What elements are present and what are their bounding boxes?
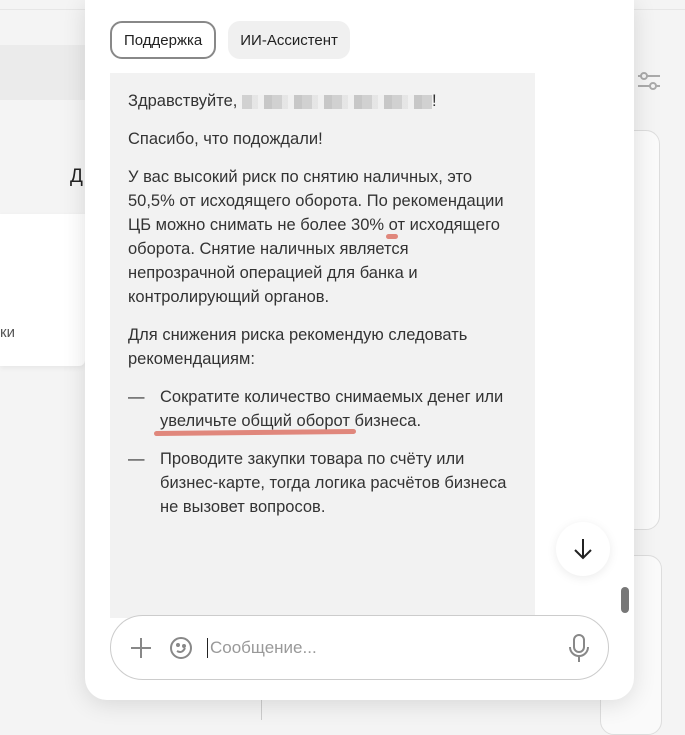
list-text: Проводите закупки товара по счёту или би… bbox=[160, 450, 507, 516]
message-bubble: Здравствуйте, ! Спасибо, что подождали! … bbox=[110, 73, 535, 618]
list-text: Сократите количество снимаемых денег или bbox=[160, 388, 504, 406]
arrow-down-icon bbox=[574, 539, 592, 560]
tab-support[interactable]: Поддержка bbox=[110, 21, 217, 59]
list-dash: — bbox=[128, 450, 145, 468]
risk-paragraph: У вас высокий риск по снятию наличных, э… bbox=[128, 165, 517, 309]
microphone-icon[interactable] bbox=[568, 633, 590, 663]
background-heading: Д bbox=[70, 166, 83, 187]
chat-tabs: Поддержка ИИ-Ассистент bbox=[110, 21, 350, 59]
emoji-icon[interactable] bbox=[169, 636, 193, 660]
background-search-bar bbox=[0, 45, 85, 100]
filter-icon[interactable] bbox=[636, 68, 662, 99]
list-item: — Сократите количество снимаемых денег ил… bbox=[128, 385, 517, 433]
greeting-end: ! bbox=[431, 92, 437, 110]
background-card: ки bbox=[0, 214, 85, 366]
redacted-name bbox=[241, 94, 432, 109]
message-input[interactable] bbox=[207, 637, 568, 658]
risk-text-end: можно снимать не более 30% от исходящего… bbox=[128, 216, 500, 306]
advice-intro: Для снижения риска рекомендую следовать … bbox=[128, 326, 468, 368]
greeting-text: Здравствуйте, bbox=[128, 92, 238, 110]
greeting: Здравствуйте, ! bbox=[128, 89, 517, 113]
plus-icon[interactable] bbox=[129, 636, 153, 660]
chat-panel: Поддержка ИИ-Ассистент Здравствуйте, ! С… bbox=[85, 0, 634, 700]
thanks-text: Спасибо, что подождали! bbox=[128, 130, 323, 148]
underlined-turnover: увеличьте общий оборот bbox=[160, 412, 350, 430]
message-composer bbox=[110, 615, 609, 680]
list-dash: — bbox=[128, 388, 145, 406]
list-text-end: бизнеса. bbox=[349, 412, 422, 430]
background-card-text: ки bbox=[0, 324, 15, 341]
scroll-down-button[interactable] bbox=[556, 522, 610, 576]
tab-ai-assistant[interactable]: ИИ-Ассистент bbox=[228, 21, 350, 59]
scrollbar-thumb[interactable] bbox=[621, 587, 629, 613]
list-item: — Проводите закупки товара по счёту или б… bbox=[128, 447, 517, 519]
